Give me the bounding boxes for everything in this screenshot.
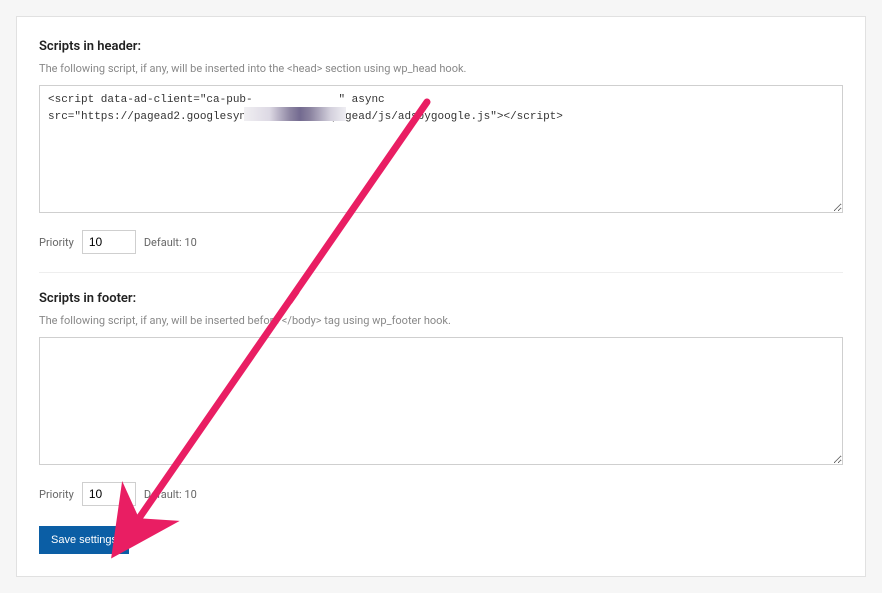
header-section-desc: The following script, if any, will be in… <box>39 62 843 75</box>
header-priority-label: Priority <box>39 236 74 249</box>
footer-section-title: Scripts in footer: <box>39 291 843 306</box>
settings-card: Scripts in header: The following script,… <box>16 16 866 577</box>
footer-priority-label: Priority <box>39 488 74 501</box>
save-settings-button[interactable]: Save settings <box>39 526 129 554</box>
footer-priority-input[interactable] <box>82 482 136 506</box>
header-priority-default: Default: 10 <box>144 236 197 249</box>
footer-section-desc: The following script, if any, will be in… <box>39 314 843 327</box>
footer-priority-row: Priority Default: 10 <box>39 482 843 506</box>
header-priority-input[interactable] <box>82 230 136 254</box>
header-priority-row: Priority Default: 10 <box>39 230 843 254</box>
header-scripts-textarea[interactable] <box>39 85 843 213</box>
footer-scripts-textarea[interactable] <box>39 337 843 465</box>
footer-priority-default: Default: 10 <box>144 488 197 501</box>
section-divider <box>39 272 843 273</box>
redaction-smudge <box>244 107 346 121</box>
header-section-title: Scripts in header: <box>39 39 843 54</box>
